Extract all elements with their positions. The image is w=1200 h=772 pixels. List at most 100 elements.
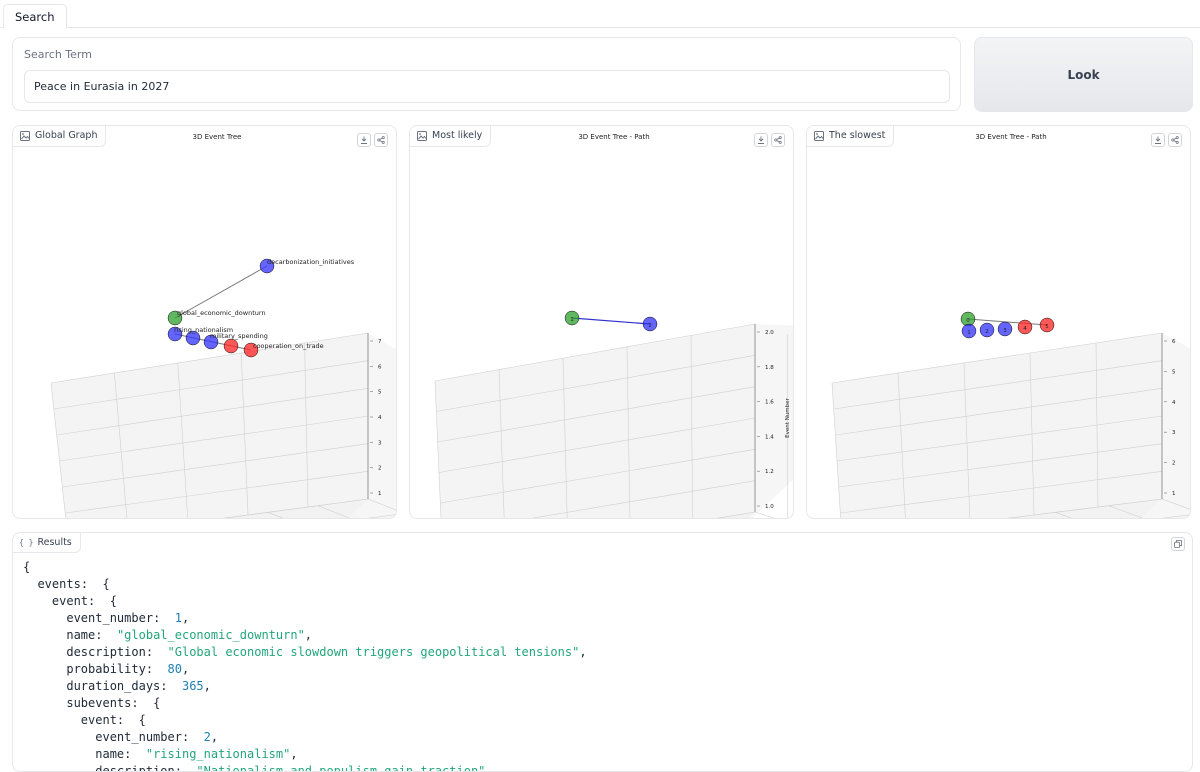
chart-3d-most-likely: 3D Event Tree - Path0.00.20.40.60.81.0Ti… <box>434 133 793 518</box>
json-key: description <box>95 764 175 772</box>
json-line: subevents: { <box>66 696 161 710</box>
json-key: event <box>80 713 117 727</box>
json-line: name: "rising_nationalism", <box>95 747 298 761</box>
panel-label-text: Global Graph <box>35 130 98 141</box>
z-tick-label: 2 <box>378 466 382 472</box>
z-tick-label: 3 <box>1172 430 1176 436</box>
download-button[interactable] <box>357 133 371 147</box>
grid-line <box>754 511 775 518</box>
image-icon <box>417 131 427 141</box>
z-tick-label: 1 <box>1172 491 1176 497</box>
results-label: { } Results <box>13 533 81 553</box>
download-button[interactable] <box>754 133 768 147</box>
json-key: event_number <box>95 730 182 744</box>
json-line: description: "Nationalism and populism g… <box>23 763 1192 772</box>
tab-bar: Search <box>0 0 1200 29</box>
share-button[interactable] <box>374 133 388 147</box>
z-tick-label: 6 <box>1172 339 1176 345</box>
z-tick-label: 7 <box>378 339 382 345</box>
json-punct: { <box>138 713 146 727</box>
look-button[interactable]: Look <box>974 37 1193 112</box>
point-label: cooperation_on_trade <box>253 342 324 350</box>
chart-grid <box>50 332 396 518</box>
z-tick-label: 4 <box>1172 400 1176 406</box>
json-key: description <box>66 645 146 659</box>
json-punct: , <box>485 764 493 772</box>
z-tick-label: 1.8 <box>765 365 774 371</box>
download-icon <box>361 136 367 144</box>
json-line: event_number: 1, <box>66 611 190 625</box>
image-icon <box>20 131 30 141</box>
json-punct: , <box>203 679 211 693</box>
share-button[interactable] <box>771 133 785 147</box>
search-term-label: Search Term <box>24 48 92 61</box>
json-key: duration_days <box>66 679 161 693</box>
copy-icon <box>1174 540 1182 548</box>
json-string-value: "Nationalism and populism gain traction" <box>196 764 486 772</box>
results-label-text: Results <box>37 537 72 548</box>
z-tick-label: 3 <box>378 440 382 446</box>
json-viewer: { events: { event: { event_number: 1, na… <box>23 559 1192 772</box>
panel-label: Global Graph <box>13 126 107 147</box>
code-icon: { } <box>19 538 34 547</box>
json-line: probability: 80, <box>66 662 190 676</box>
panel-label-text: Most likely <box>432 130 483 141</box>
json-line: events: { <box>37 577 110 591</box>
z-tick-label: 2.0 <box>765 330 774 336</box>
json-string-value: "global_economic_downturn" <box>116 628 305 642</box>
share-icon <box>1171 136 1179 144</box>
json-line: { <box>23 559 1192 576</box>
z-tick-label: 5 <box>1172 369 1176 375</box>
json-number-value: 365 <box>181 679 204 693</box>
chart-title: 3D Event Tree - Path <box>578 133 649 141</box>
json-punct: , <box>210 730 219 744</box>
json-punct: , <box>181 662 190 676</box>
point-label: global_economic_downturn <box>177 309 266 317</box>
json-punct: { <box>102 577 110 591</box>
chart-grid <box>831 332 1190 518</box>
point-label: 5 <box>1045 324 1049 330</box>
json-key: name <box>66 628 96 642</box>
panel-label-text: The slowest <box>829 130 886 141</box>
share-icon <box>377 136 385 144</box>
tab-search[interactable]: Search <box>3 4 67 29</box>
download-button[interactable] <box>1151 133 1165 147</box>
point-label: 1 <box>570 317 574 323</box>
json-number-value: 1 <box>174 611 182 625</box>
json-key: subevents <box>66 696 132 710</box>
json-number-value: 2 <box>203 730 211 744</box>
point-label: 0 <box>966 318 970 324</box>
chart-3d-the-slowest: 3D Event Tree - Path012345Time (weeks)0.… <box>831 133 1190 518</box>
share-button[interactable] <box>1168 133 1182 147</box>
json-key: event_number <box>66 611 154 625</box>
plot-panel-most-likely: Most likely 3D Event Tree - Path0.00.20.… <box>409 125 794 519</box>
point-label: decarbonization_initiatives <box>267 258 355 266</box>
json-punct: , <box>181 611 190 625</box>
panel-label: The slowest <box>807 126 895 147</box>
json-line: name: "global_economic_downturn", <box>66 628 313 642</box>
json-key: event <box>51 594 89 608</box>
json-punct: , <box>579 645 587 659</box>
copy-button[interactable] <box>1171 537 1185 551</box>
json-number-value: 80 <box>167 662 182 676</box>
json-key: probability <box>66 662 146 676</box>
results-panel: { } Results { events: { event: { event_n… <box>12 532 1193 772</box>
z-tick-label: 6 <box>378 364 382 370</box>
json-line: description: "Global economic slowdown t… <box>66 645 587 659</box>
chart-title: 3D Event Tree - Path <box>975 133 1046 141</box>
pane-back-left <box>435 324 755 518</box>
json-string-value: "Global economic slowdown triggers geopo… <box>167 645 580 659</box>
z-tick-label: 1.4 <box>765 434 774 440</box>
chart-title: 3D Event Tree <box>193 133 242 141</box>
panel-toolbar <box>754 133 785 147</box>
z-tick-label: 1 <box>378 491 382 497</box>
json-line: event_number: 2, <box>95 730 219 744</box>
json-line: event: { <box>80 713 146 727</box>
search-input[interactable] <box>24 70 950 103</box>
json-punct: , <box>304 628 313 642</box>
z-tick-label: 2 <box>1172 461 1176 467</box>
plot-panel-the-slowest: The slowest 3D Event Tree - Path012345Ti… <box>806 125 1191 519</box>
share-icon <box>774 136 782 144</box>
chart-3d-global-graph: 3D Event Tree012345Time0.20.30.40.50.60.… <box>50 133 396 518</box>
panel-label: Most likely <box>410 126 492 147</box>
